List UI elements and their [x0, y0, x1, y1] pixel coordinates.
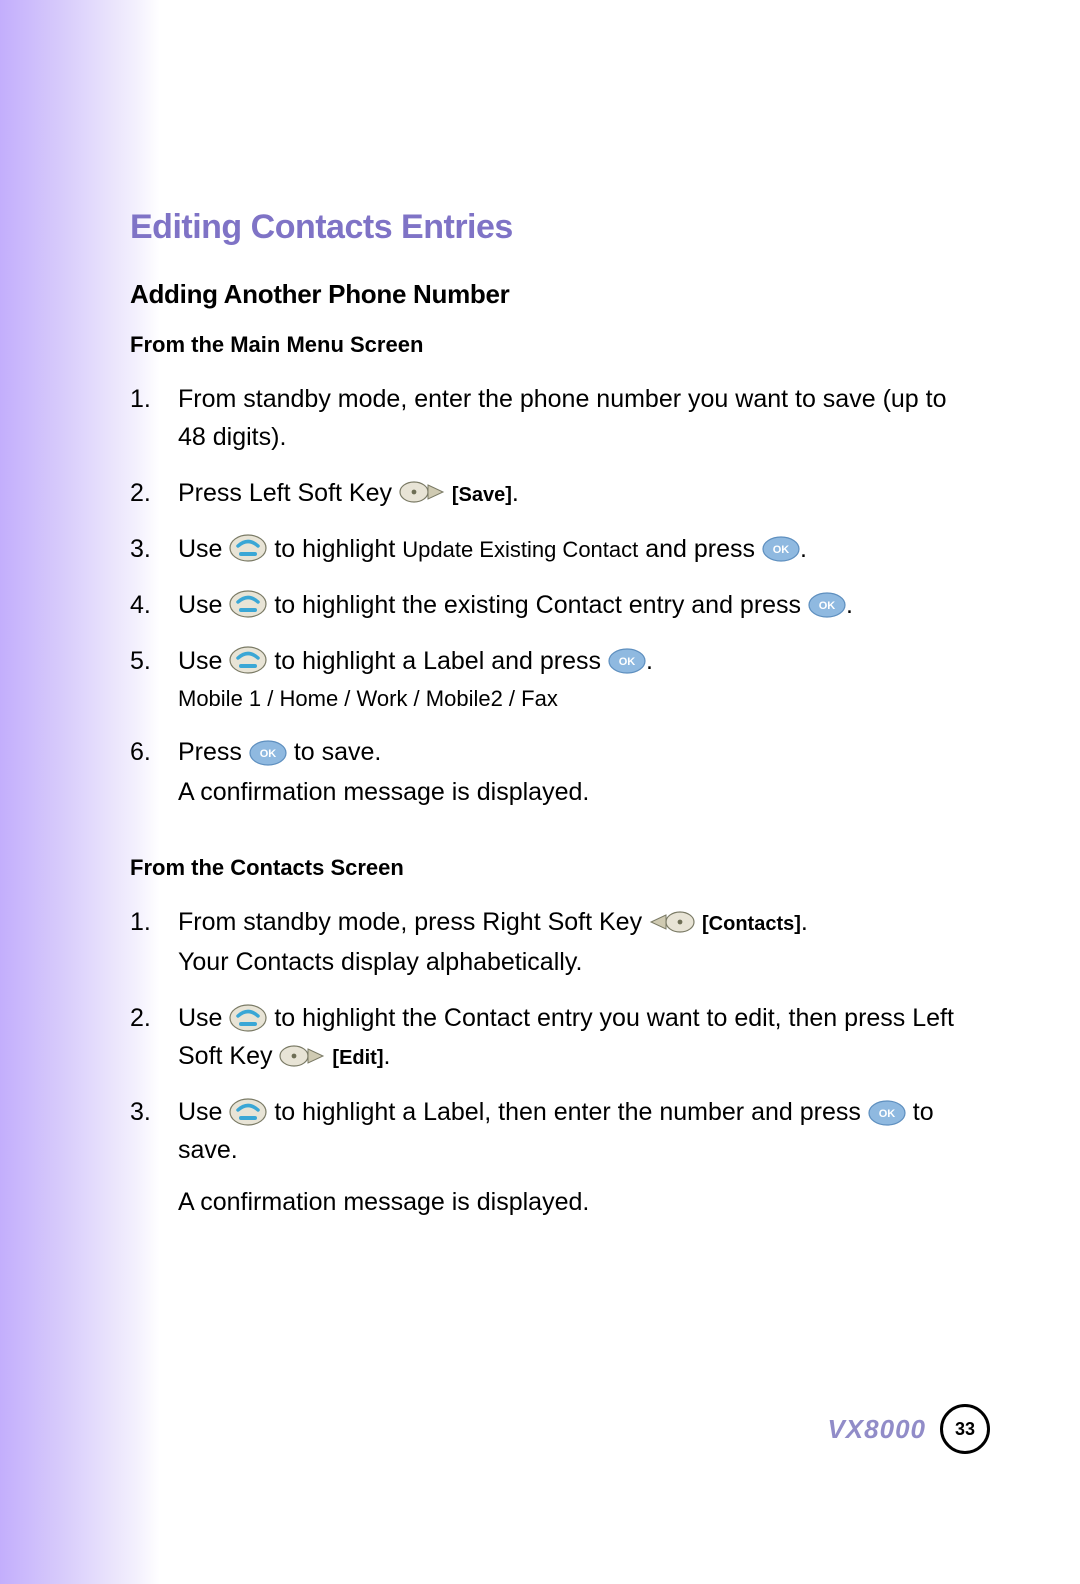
text: . — [801, 908, 808, 936]
ok-key-icon: OK — [608, 647, 646, 673]
text: Use — [178, 1004, 229, 1032]
right-softkey-icon — [649, 911, 695, 933]
text: Press — [178, 738, 249, 766]
text: Use — [178, 591, 229, 619]
key-label: [Save] — [452, 484, 512, 506]
svg-text:OK: OK — [260, 748, 277, 760]
list-item: 2. Use to highlight the Contact entry yo… — [130, 999, 980, 1075]
list-item: 3. Use to highlight a Label, then enter … — [130, 1093, 980, 1221]
text: and press — [638, 535, 762, 563]
text: . — [512, 479, 519, 507]
confirmation-note: A confirmation message is displayed. — [178, 1183, 980, 1221]
ok-key-icon: OK — [808, 591, 846, 617]
list-item: 5. Use to highlight a Label and press OK… — [130, 642, 980, 715]
step-number: 3. — [130, 1093, 178, 1131]
text: to highlight a Label and press — [274, 647, 608, 675]
text: to highlight — [274, 535, 402, 563]
step-number: 2. — [130, 474, 178, 512]
subheading: Adding Another Phone Number — [130, 279, 980, 310]
svg-text:OK: OK — [773, 544, 790, 556]
step-number: 5. — [130, 642, 178, 680]
ok-key-icon: OK — [249, 739, 287, 765]
section-b-heading: From the Contacts Screen — [130, 855, 980, 881]
text: From standby mode, press Right Soft Key — [178, 908, 649, 936]
list-item: 4. Use to highlight the existing Contact… — [130, 586, 980, 624]
nav-key-icon — [229, 590, 267, 618]
step-body: Use to highlight a Label and press OK . … — [178, 642, 980, 715]
nav-key-icon — [229, 1004, 267, 1032]
section-a-heading: From the Main Menu Screen — [130, 332, 980, 358]
left-softkey-icon — [279, 1045, 325, 1067]
list-item: 1. From standby mode, press Right Soft K… — [130, 903, 980, 981]
step-body: Use to highlight the Contact entry you w… — [178, 999, 980, 1075]
step-number: 2. — [130, 999, 178, 1037]
section-b-steps: 1. From standby mode, press Right Soft K… — [130, 903, 980, 1221]
nav-key-icon — [229, 1098, 267, 1126]
text: . — [646, 647, 653, 675]
step-body: From standby mode, enter the phone numbe… — [178, 380, 980, 456]
page-title: Editing Contacts Entries — [130, 208, 980, 247]
left-softkey-icon — [399, 481, 445, 503]
text: to highlight the existing Contact entry … — [274, 591, 808, 619]
text: . — [384, 1042, 391, 1070]
text: . — [800, 535, 807, 563]
text: . — [846, 591, 853, 619]
ok-key-icon: OK — [868, 1099, 906, 1125]
step-number: 6. — [130, 733, 178, 771]
list-item: 3. Use to highlight Update Existing Cont… — [130, 530, 980, 568]
list-item: 2. Press Left Soft Key [Save]. — [130, 474, 980, 512]
key-label: [Edit] — [332, 1047, 383, 1069]
confirmation-note: A confirmation message is displayed. — [178, 773, 980, 811]
svg-text:OK: OK — [819, 600, 836, 612]
step-number: 3. — [130, 530, 178, 568]
step-body: Press OK to save. A confirmation message… — [178, 733, 980, 811]
nav-key-icon — [229, 534, 267, 562]
step-body: Press Left Soft Key [Save]. — [178, 474, 980, 512]
text: Use — [178, 1098, 229, 1126]
ok-key-icon: OK — [762, 535, 800, 561]
step-number: 4. — [130, 586, 178, 624]
note: Your Contacts display alphabetically. — [178, 943, 980, 981]
step-number: 1. — [130, 903, 178, 941]
text: to highlight a Label, then enter the num… — [274, 1098, 867, 1126]
step-body: Use to highlight the existing Contact en… — [178, 586, 980, 624]
nav-key-icon — [229, 646, 267, 674]
step-number: 1. — [130, 380, 178, 418]
text: to save. — [294, 738, 382, 766]
section-a-steps: 1. From standby mode, enter the phone nu… — [130, 380, 980, 811]
label-options: Mobile 1 / Home / Work / Mobile2 / Fax — [178, 682, 980, 715]
text: Use — [178, 535, 229, 563]
svg-text:OK: OK — [619, 656, 636, 668]
list-item: 1. From standby mode, enter the phone nu… — [130, 380, 980, 456]
text: Press Left Soft Key — [178, 479, 399, 507]
key-label: [Contacts] — [702, 913, 801, 935]
menu-option: Update Existing Contact — [402, 537, 638, 562]
step-body: Use to highlight a Label, then enter the… — [178, 1093, 980, 1221]
page-content: Editing Contacts Entries Adding Another … — [0, 0, 1080, 1584]
svg-text:OK: OK — [879, 1108, 896, 1120]
step-body: From standby mode, press Right Soft Key … — [178, 903, 980, 981]
step-body: Use to highlight Update Existing Contact… — [178, 530, 980, 568]
text: Use — [178, 647, 229, 675]
list-item: 6. Press OK to save. A confirmation mess… — [130, 733, 980, 811]
